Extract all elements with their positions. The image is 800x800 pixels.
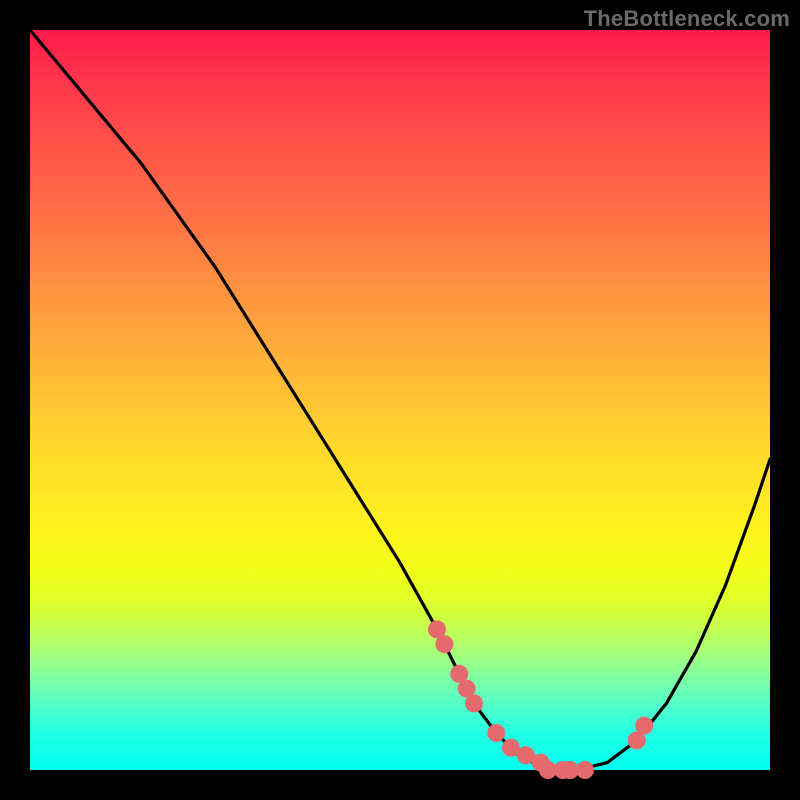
watermark-text: TheBottleneck.com [584,6,790,32]
sample-dot [465,694,483,712]
chart-frame: TheBottleneck.com [0,0,800,800]
sample-dot [487,724,505,742]
bottleneck-curve [30,30,770,770]
sample-dot [576,761,594,779]
sample-dot [635,717,653,735]
sample-dot [435,635,453,653]
chart-svg [30,30,770,770]
plot-area [30,30,770,770]
